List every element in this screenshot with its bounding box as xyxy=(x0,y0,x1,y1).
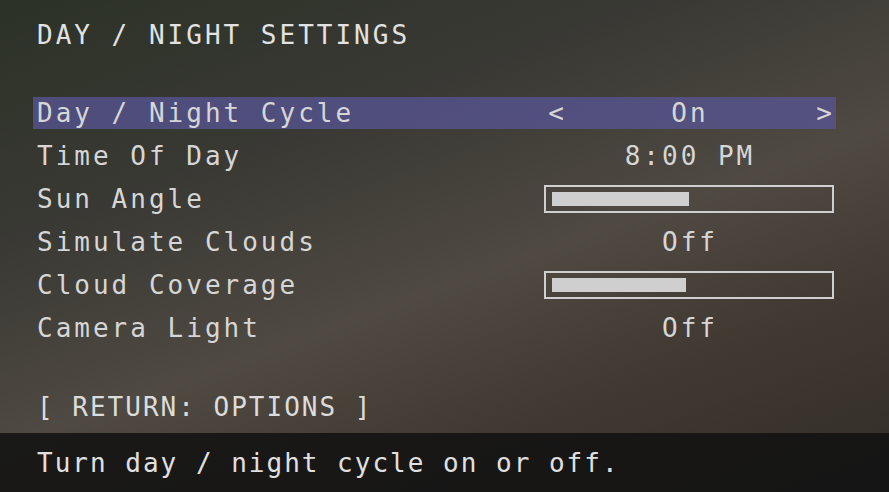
setting-label: Sun Angle xyxy=(37,183,544,215)
slider-fill xyxy=(552,278,686,292)
slider-track xyxy=(552,278,826,292)
setting-row[interactable]: Sun Angle xyxy=(33,183,836,215)
settings-screen: DAY / NIGHT SETTINGS Day / Night Cycle<On… xyxy=(0,0,889,492)
setting-row[interactable]: Simulate Clouds Off xyxy=(33,226,836,258)
setting-value[interactable]: 8:00 PM xyxy=(544,140,836,172)
setting-slider[interactable] xyxy=(544,185,834,213)
value-text: On xyxy=(568,97,812,129)
setting-value[interactable]: <On> xyxy=(544,97,836,129)
setting-label: Cloud Coverage xyxy=(37,269,544,301)
setting-value[interactable]: Off xyxy=(544,312,836,344)
return-button[interactable]: [ RETURN: OPTIONS ] xyxy=(0,390,889,424)
settings-menu: DAY / NIGHT SETTINGS Day / Night Cycle<On… xyxy=(0,0,889,433)
setting-label: Day / Night Cycle xyxy=(37,97,544,129)
value-text: 8:00 PM xyxy=(568,140,812,172)
menu-title: DAY / NIGHT SETTINGS xyxy=(0,18,889,52)
slider-fill xyxy=(552,192,689,206)
setting-row[interactable]: Day / Night Cycle<On> xyxy=(33,97,836,129)
setting-row[interactable]: Camera Light Off xyxy=(33,312,836,344)
setting-label: Simulate Clouds xyxy=(37,226,544,258)
setting-row[interactable]: Cloud Coverage xyxy=(33,269,836,301)
value-text: Off xyxy=(568,312,812,344)
help-bar: Turn day / night cycle on or off. xyxy=(0,433,889,492)
setting-value[interactable] xyxy=(544,185,836,213)
setting-value[interactable]: Off xyxy=(544,226,836,258)
setting-value[interactable] xyxy=(544,271,836,299)
setting-label: Camera Light xyxy=(37,312,544,344)
value-text: Off xyxy=(568,226,812,258)
settings-list: Day / Night Cycle<On>Time Of Day8:00 PMS… xyxy=(0,97,889,355)
setting-slider[interactable] xyxy=(544,271,834,299)
help-text: Turn day / night cycle on or off. xyxy=(37,447,620,479)
left-arrow-icon[interactable]: < xyxy=(544,97,568,129)
right-arrow-icon[interactable]: > xyxy=(812,97,836,129)
setting-row[interactable]: Time Of Day 8:00 PM xyxy=(33,140,836,172)
setting-label: Time Of Day xyxy=(37,140,544,172)
slider-track xyxy=(552,192,826,206)
